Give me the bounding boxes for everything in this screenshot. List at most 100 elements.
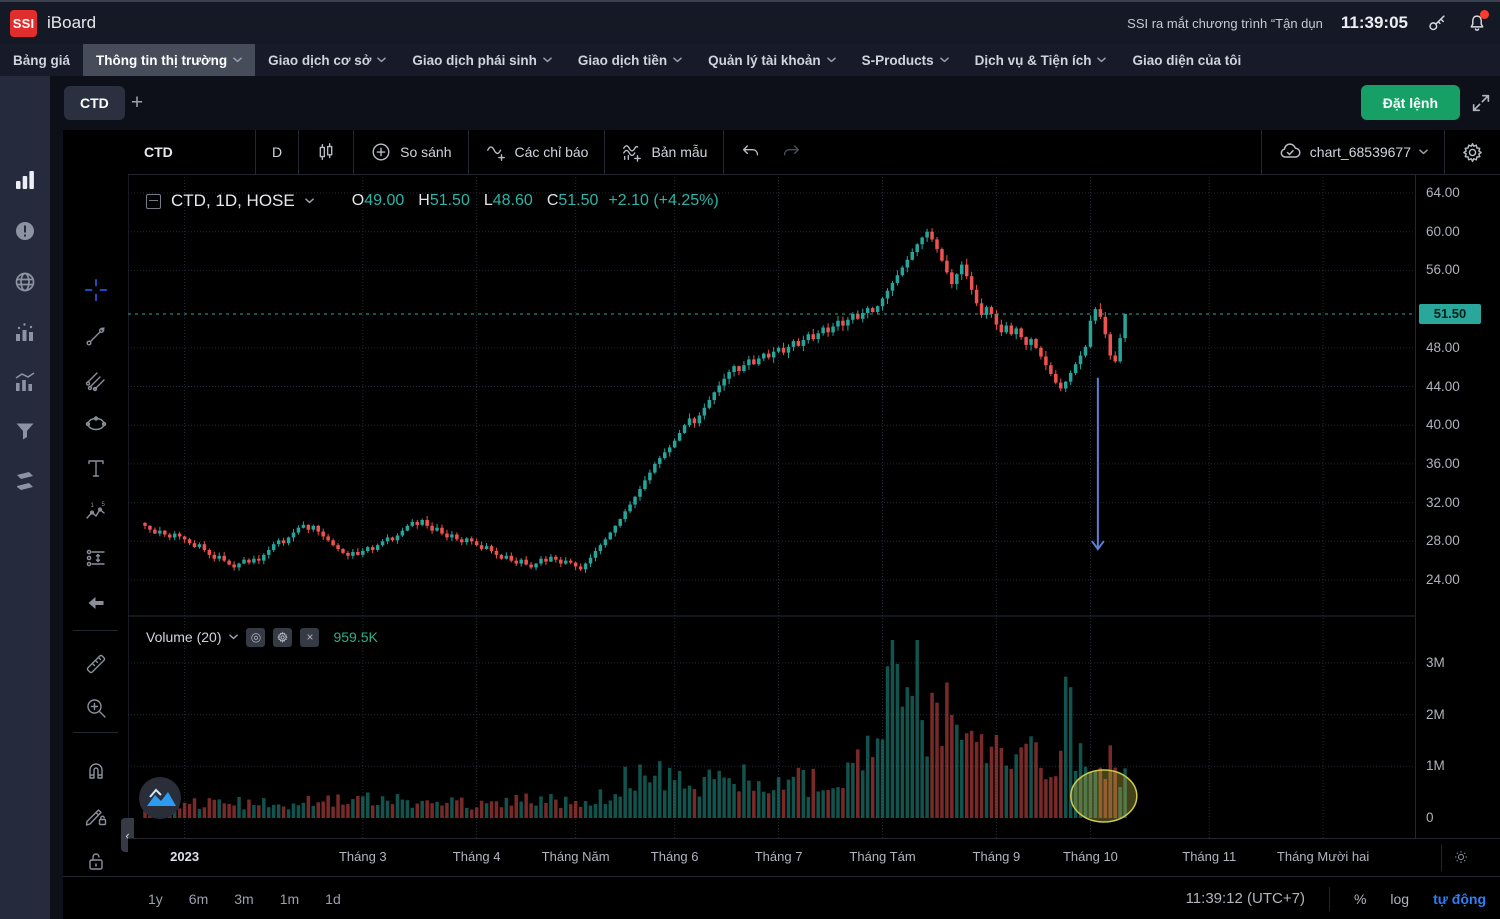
handbook-icon[interactable] <box>13 469 37 493</box>
svg-text:1: 1 <box>91 503 95 509</box>
add-tab-button[interactable]: + <box>122 86 152 120</box>
volume-visibility-icon[interactable]: ◎ <box>246 627 266 647</box>
tradingview-logo[interactable] <box>139 777 181 819</box>
range-1m[interactable]: 1m <box>280 891 299 907</box>
notification-badge <box>1480 10 1489 19</box>
chart-settings-button[interactable] <box>1445 130 1500 174</box>
range-3m[interactable]: 3m <box>234 891 253 907</box>
volume-tick: 2M <box>1426 706 1445 722</box>
chart-legend: CTD, 1D, HOSE O49.00 H51.50 L48.60 C51.50 +… <box>146 189 719 213</box>
drawing-arrow-down[interactable] <box>1091 377 1105 551</box>
filter-icon[interactable] <box>13 419 37 443</box>
measure-tool-icon[interactable] <box>76 644 116 684</box>
legend-symbol-title[interactable]: CTD, 1D, HOSE <box>171 191 295 211</box>
drawing-lock-icon[interactable] <box>76 796 116 836</box>
trend-line-tool-icon[interactable] <box>76 316 116 356</box>
pitchfork-tool-icon[interactable] <box>76 360 116 400</box>
main-menu: Bảng giá Thông tin thị trường Giao dịch cơ… <box>0 44 1500 77</box>
pane-collapse-icon[interactable] <box>146 193 161 209</box>
menu-item-bang-gia[interactable]: Bảng giá <box>0 44 83 76</box>
templates-button[interactable]: Bản mẫu <box>605 130 723 174</box>
drawing-toolbar: 15 ‹ <box>63 130 134 919</box>
magnet-tool-icon[interactable] <box>76 750 116 790</box>
time-tick-tháng-7: Tháng 7 <box>754 849 803 864</box>
time-tick-tháng-11: Tháng 11 <box>1182 849 1237 864</box>
menu-item-s-products[interactable]: S-Products <box>849 44 962 76</box>
global-markets-icon[interactable] <box>13 270 37 294</box>
range-1y[interactable]: 1y <box>148 891 163 907</box>
forecast-tool-icon[interactable] <box>76 538 116 578</box>
pattern-tool-icon[interactable]: 15 <box>76 492 116 532</box>
chevron-down-icon <box>304 198 314 204</box>
log-scale-button[interactable]: log <box>1390 891 1409 907</box>
lock-all-icon[interactable] <box>76 841 116 881</box>
top-ranking-icon[interactable] <box>13 320 37 344</box>
fullscreen-icon[interactable] <box>1470 92 1492 114</box>
compare-button[interactable]: So sánh <box>354 130 467 174</box>
zoom-in-tool-icon[interactable] <box>76 688 116 728</box>
news-ticker[interactable]: SSI ra mắt chương trình “Tận dụn <box>1127 16 1323 31</box>
menu-item-giao-dich-phai-sinh[interactable]: Giao dịch phái sinh <box>399 44 565 76</box>
chart-bottom-bar: 1y 6m 3m 1m 1d 11:39:12 (UTC+7) % log tự độn… <box>63 876 1500 919</box>
text-tool-icon[interactable] <box>76 448 116 488</box>
symbol-search-button[interactable]: CTD <box>128 130 255 174</box>
volume-close-icon[interactable]: × <box>300 627 320 647</box>
range-1d[interactable]: 1d <box>325 891 341 907</box>
volume-settings-icon[interactable] <box>273 627 293 647</box>
save-chart-button[interactable]: chart_68539677 <box>1262 130 1444 174</box>
time-axis-settings-icon[interactable] <box>1452 848 1470 866</box>
workspace-tab-row: CTD + Đặt lệnh <box>0 76 1500 130</box>
svg-text:5: 5 <box>102 502 106 508</box>
undo-icon <box>743 145 759 156</box>
redo-button[interactable] <box>764 130 818 174</box>
time-axis[interactable]: 2023 Tháng 3 Tháng 4 Tháng Năm Tháng 6 Tháng … <box>128 838 1500 877</box>
plus-icon: + <box>130 91 144 114</box>
market-statistics-icon[interactable] <box>13 370 37 394</box>
menu-item-quan-ly-tai-khoan[interactable]: Quản lý tài khoản <box>695 44 849 76</box>
ssi-iboard-app: SSI iBoard SSI ra mắt chương trình “Tận … <box>0 0 1500 919</box>
price-tick: 60.00 <box>1426 223 1460 239</box>
volume-tick: 3M <box>1426 654 1445 670</box>
place-order-button[interactable]: Đặt lệnh <box>1360 85 1460 120</box>
top-clock: 11:39:05 <box>1340 13 1408 32</box>
notification-bell-icon[interactable] <box>1466 10 1489 34</box>
indicators-button[interactable]: Các chỉ báo <box>469 130 605 174</box>
range-6m[interactable]: 6m <box>189 891 208 907</box>
crosshair-tool-icon[interactable] <box>76 270 116 310</box>
tab-ctd[interactable]: CTD <box>64 86 125 120</box>
time-tick-tháng-mười-hai: Tháng Mười hai <box>1276 849 1370 864</box>
auto-scale-button[interactable]: tự động <box>1433 891 1486 907</box>
menu-item-giao-dich-co-so[interactable]: Giao dịch cơ sở <box>255 44 399 76</box>
menu-item-dich-vu-tien-ich[interactable]: Dịch vụ & Tiện ích <box>962 44 1120 76</box>
time-tick-tháng-năm: Tháng Năm <box>541 849 610 864</box>
menu-item-giao-dich-tien[interactable]: Giao dịch tiền <box>565 44 695 76</box>
interval-button[interactable]: D <box>256 130 298 174</box>
shapes-tool-icon[interactable] <box>76 404 116 444</box>
menu-item-thong-tin-thi-truong[interactable]: Thông tin thị trường <box>83 44 256 76</box>
ohlc-values: O49.00 H51.50 L48.60 C51.50 <box>352 192 599 210</box>
time-tick-tháng-10: Tháng 10 <box>1062 849 1118 864</box>
volume-value: 959.5K <box>333 629 378 645</box>
percent-scale-button[interactable]: % <box>1354 891 1366 907</box>
alerts-icon[interactable] <box>13 219 37 243</box>
cloud-saved-icon <box>1280 143 1301 158</box>
time-tick-tháng-3: Tháng 3 <box>338 849 387 864</box>
volume-indicator-label[interactable]: Volume (20) <box>146 629 221 645</box>
price-tick: 44.00 <box>1426 378 1460 394</box>
key-icon[interactable] <box>1426 12 1448 34</box>
chart-style-button[interactable] <box>299 130 353 174</box>
compare-plus-icon <box>372 143 390 161</box>
chevron-down-icon <box>377 57 387 63</box>
change-value: +2.10 (+4.25%) <box>608 192 719 209</box>
ssi-logo[interactable]: SSI <box>10 9 37 37</box>
ohlc-h: H51.50 <box>418 192 470 209</box>
back-arrow-icon[interactable] <box>76 583 116 623</box>
drawing-highlight-ellipse[interactable] <box>1070 769 1138 823</box>
price-board-icon[interactable] <box>13 168 37 192</box>
chevron-down-icon <box>543 57 552 63</box>
chart-clock[interactable]: 11:39:12 (UTC+7) <box>1186 890 1305 907</box>
price-chart-canvas[interactable] <box>128 174 1415 838</box>
price-axis[interactable]: 64.00 60.00 56.00 48.00 44.00 40.00 36.00 32.00… <box>1415 174 1500 838</box>
menu-item-giao-dien-cua-toi[interactable]: Giao diện của tôi <box>1119 44 1254 76</box>
redo-icon <box>784 145 800 156</box>
